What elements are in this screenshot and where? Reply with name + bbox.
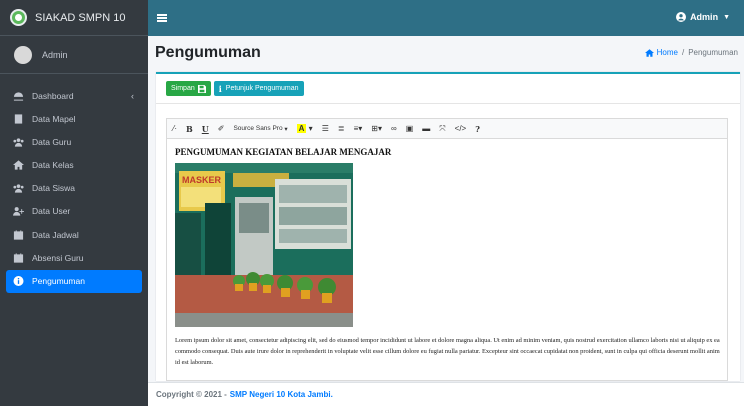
- rich-text-editor[interactable]: ⁄· B U ✐ Source Sans Pro ▾ A ▾ ☰ ≣ ≡▾ ⊞▾…: [166, 118, 728, 381]
- sidebar-item-data-kelas[interactable]: Data Kelas: [6, 154, 142, 177]
- chevron-left-icon: ‹: [131, 91, 134, 101]
- page-title: Pengumuman: [155, 44, 261, 61]
- school-corridor-image: MASKER: [175, 163, 353, 327]
- editor-toolbar: ⁄· B U ✐ Source Sans Pro ▾ A ▾ ☰ ≣ ≡▾ ⊞▾…: [167, 119, 727, 139]
- font-family-value: Source Sans Pro: [233, 125, 283, 132]
- calendar-check-icon: [12, 253, 24, 263]
- sidebar-item-label: Data Jadwal: [32, 229, 79, 240]
- paragraph-align-icon[interactable]: ≡▾: [354, 124, 363, 133]
- photo-sign-text: MASKER: [182, 175, 222, 185]
- save-button[interactable]: Simpan: [166, 81, 211, 96]
- user-circle-icon: [676, 12, 687, 22]
- sidebar-item-label: Data Kelas: [32, 160, 74, 171]
- unordered-list-icon[interactable]: ☰: [322, 124, 329, 133]
- home-icon: [12, 160, 24, 170]
- link-icon[interactable]: ∞: [391, 124, 397, 133]
- admin-dropdown[interactable]: Admin ▼: [676, 12, 730, 22]
- picture-icon[interactable]: ▣: [406, 124, 414, 133]
- caret-down-icon: ▼: [723, 13, 730, 21]
- eraser-icon[interactable]: ✐: [218, 124, 225, 133]
- sidebar-item-label: Data User: [32, 206, 71, 217]
- ordered-list-icon[interactable]: ≣: [338, 124, 345, 133]
- brand-name: SIAKAD SMPN 10: [35, 11, 126, 24]
- editor-content[interactable]: PENGUMUMAN KEGIATAN BELAJAR MENGAJAR MAS…: [167, 139, 727, 376]
- text-color-letter: A: [296, 124, 307, 133]
- sidebar-item-data-user[interactable]: Data User: [6, 200, 142, 223]
- sidebar-item-label: Dashboard: [32, 90, 74, 101]
- sidebar-item-data-guru[interactable]: Data Guru: [6, 130, 142, 153]
- sidebar-item-label: Data Mapel: [32, 113, 76, 124]
- card-toolbar: Simpan i Petunjuk Pengumuman: [156, 74, 740, 104]
- sidebar-item-label: Pengumuman: [32, 276, 85, 286]
- text-color-button[interactable]: A ▾: [296, 124, 313, 133]
- info-circle-icon: [12, 276, 24, 286]
- sidebar-item-data-mapel[interactable]: Data Mapel: [6, 107, 142, 130]
- guide-button[interactable]: i Petunjuk Pengumuman: [213, 81, 304, 96]
- admin-label: Admin: [690, 12, 719, 22]
- magic-wand-icon[interactable]: ⁄·: [173, 124, 177, 133]
- breadcrumb-home-label: Home: [656, 48, 678, 57]
- sidebar: SIAKAD SMPN 10 Admin Dashboard ‹ Data Ma…: [0, 0, 148, 406]
- sidebar-item-label: Data Guru: [32, 136, 72, 147]
- brand-link[interactable]: SIAKAD SMPN 10: [0, 0, 148, 36]
- video-icon[interactable]: ▬: [422, 124, 430, 133]
- home-icon: [644, 48, 654, 57]
- fullscreen-icon[interactable]: ⤧: [439, 124, 445, 134]
- sidebar-item-label: Absensi Guru: [32, 252, 84, 263]
- font-family-select[interactable]: Source Sans Pro ▾: [233, 125, 287, 133]
- announcement-heading: PENGUMUMAN KEGIATAN BELAJAR MENGAJAR: [175, 147, 392, 157]
- underline-button[interactable]: U: [202, 124, 209, 134]
- sidebar-item-data-jadwal[interactable]: Data Jadwal: [6, 223, 142, 246]
- breadcrumb-separator: /: [681, 48, 685, 57]
- save-button-label: Simpan: [171, 85, 195, 92]
- sidebar-item-data-siswa[interactable]: Data Siswa: [6, 177, 142, 200]
- announcement-card: Simpan i Petunjuk Pengumuman ⁄· B U ✐ So…: [156, 72, 740, 381]
- book-icon: [12, 114, 24, 124]
- footer-copyright: Copyright © 2021 -: [156, 390, 227, 399]
- sidebar-item-dashboard[interactable]: Dashboard ‹: [6, 84, 142, 107]
- user-panel[interactable]: Admin: [0, 36, 148, 74]
- footer-school-link[interactable]: SMP Negeri 10 Kota Jambi.: [230, 390, 333, 399]
- topbar: Admin ▼: [148, 0, 744, 36]
- bold-button[interactable]: B: [186, 124, 193, 134]
- code-view-icon[interactable]: </>: [455, 124, 467, 133]
- guide-button-label: Petunjuk Pengumuman: [225, 85, 299, 92]
- footer: Copyright © 2021 - SMP Negeri 10 Kota Ja…: [148, 382, 744, 406]
- table-icon[interactable]: ⊞▾: [371, 124, 382, 133]
- info-icon: i: [218, 83, 222, 94]
- content-header: Pengumuman Home / Pengumuman: [148, 36, 744, 70]
- sidebar-item-absensi-guru[interactable]: Absensi Guru: [6, 246, 142, 269]
- dashboard-icon: [12, 91, 24, 101]
- user-plus-icon: [12, 206, 24, 217]
- sidebar-nav: Dashboard ‹ Data Mapel Data Guru Data Ke…: [0, 74, 148, 293]
- breadcrumb: Home / Pengumuman: [644, 48, 738, 57]
- save-icon: [197, 84, 206, 93]
- breadcrumb-home-link[interactable]: Home: [644, 48, 678, 57]
- user-name: Admin: [42, 49, 68, 60]
- sidebar-item-pengumuman[interactable]: Pengumuman: [6, 269, 142, 293]
- calendar-icon: [12, 230, 24, 240]
- announcement-photo: MASKER: [175, 163, 353, 327]
- avatar: [14, 45, 32, 64]
- school-logo-icon: [10, 9, 27, 26]
- users-icon: [12, 137, 24, 147]
- announcement-body: Lorem ipsum dolor sit amet, consectetur …: [175, 337, 720, 366]
- menu-toggle-icon[interactable]: [157, 14, 167, 22]
- breadcrumb-current: Pengumuman: [688, 48, 738, 57]
- users-icon: [12, 183, 24, 193]
- sidebar-item-label: Data Siswa: [32, 183, 75, 194]
- help-icon[interactable]: ?: [475, 124, 480, 134]
